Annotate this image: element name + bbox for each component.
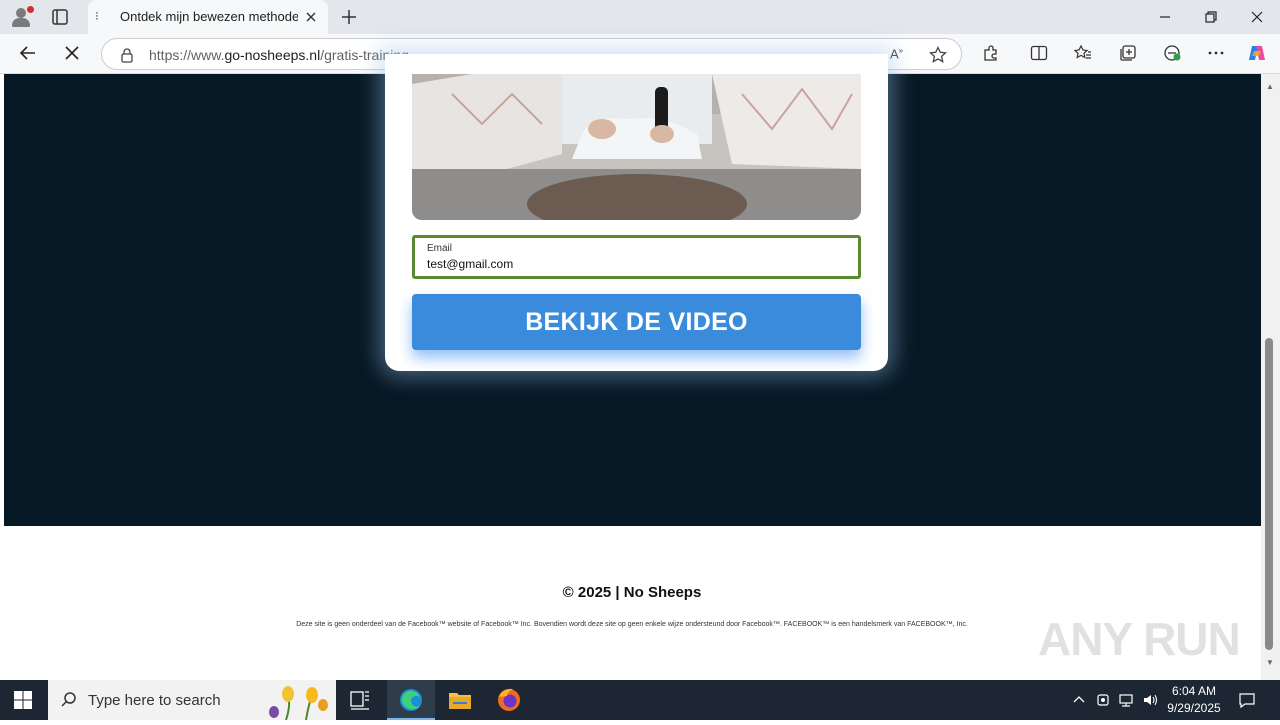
task-view-icon[interactable] (336, 680, 384, 720)
volume-icon[interactable] (1141, 691, 1159, 709)
more-options-icon[interactable] (1206, 43, 1226, 63)
taskbar-search[interactable]: Type here to search (48, 680, 336, 721)
scrollbar-thumb[interactable] (1265, 338, 1273, 650)
email-field[interactable]: Email (412, 235, 861, 279)
new-tab-icon[interactable] (338, 6, 360, 28)
restore-icon[interactable] (1202, 8, 1220, 26)
browser-titlebar: ⁝ Ontdek mijn bewezen methode - (0, 0, 1280, 34)
browser-tab[interactable]: ⁝ Ontdek mijn bewezen methode - (88, 0, 328, 34)
video-thumbnail[interactable] (412, 74, 861, 220)
show-hidden-icons-icon[interactable] (1070, 691, 1088, 709)
loading-favicon-icon: ⁝ (95, 9, 99, 23)
taskbar-clock[interactable]: 6:04 AM 9/29/2025 (1160, 683, 1228, 717)
tab-actions-icon[interactable] (50, 7, 70, 27)
search-icon (60, 691, 78, 709)
close-window-icon[interactable] (1248, 8, 1266, 26)
windows-start-icon[interactable] (14, 691, 32, 709)
edge-taskbar-icon[interactable] (387, 680, 435, 720)
split-screen-icon[interactable] (1029, 43, 1049, 63)
windows-taskbar: Type here to search 6:04 AM 9/29/2025 (0, 680, 1280, 721)
optin-card: Email BEKIJK DE VIDEO (385, 54, 888, 371)
device-icon[interactable] (1094, 691, 1112, 709)
hero-section: Email BEKIJK DE VIDEO (4, 54, 1261, 526)
search-highlight-flowers-icon (266, 680, 336, 721)
favorites-icon[interactable] (1073, 43, 1093, 63)
url-text[interactable]: https://www.go-nosheeps.nl/gratis-traini… (149, 47, 409, 63)
firefox-icon[interactable] (485, 680, 533, 720)
back-icon[interactable] (17, 42, 39, 64)
notifications-icon[interactable] (1238, 691, 1256, 709)
network-icon[interactable] (1117, 691, 1135, 709)
page-scrollbar[interactable]: ▲ ▼ (1261, 74, 1280, 680)
close-tab-icon[interactable] (303, 9, 319, 25)
profile-icon[interactable] (10, 6, 34, 28)
stop-loading-icon[interactable] (61, 42, 83, 64)
collections-icon[interactable] (1118, 43, 1138, 63)
copilot-icon[interactable] (1247, 43, 1267, 63)
email-input[interactable] (427, 257, 847, 271)
footer-copyright: © 2025 | No Sheeps (562, 584, 702, 601)
browser-essentials-icon[interactable] (1162, 43, 1182, 63)
tab-title: Ontdek mijn bewezen methode - (120, 9, 298, 24)
minimize-icon[interactable] (1156, 8, 1174, 26)
email-label: Email (427, 243, 453, 254)
anyrun-watermark: ANY RUN (1038, 613, 1241, 665)
page-viewport: Email BEKIJK DE VIDEO © 2025 | No Sheeps… (0, 54, 1280, 680)
lock-icon[interactable] (119, 47, 135, 63)
watch-video-button[interactable]: BEKIJK DE VIDEO (412, 294, 861, 350)
scroll-down-icon[interactable]: ▼ (1266, 658, 1274, 667)
scroll-up-icon[interactable]: ▲ (1266, 82, 1274, 91)
clock-date: 9/29/2025 (1167, 701, 1221, 715)
extensions-icon[interactable] (981, 43, 1001, 63)
favorite-star-icon[interactable] (928, 45, 948, 65)
file-explorer-icon[interactable] (436, 680, 484, 720)
read-aloud-icon[interactable]: A» (890, 46, 908, 64)
search-placeholder: Type here to search (88, 692, 221, 709)
clock-time: 6:04 AM (1171, 684, 1217, 698)
